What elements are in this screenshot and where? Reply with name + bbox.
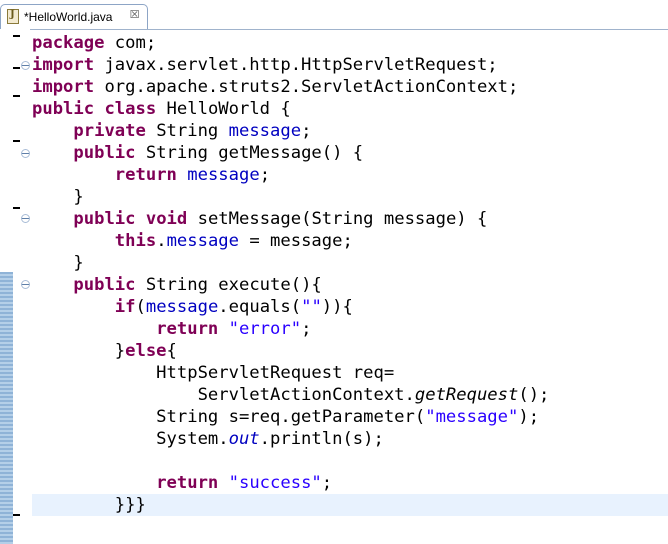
- quick-diff-bar: [0, 272, 13, 544]
- change-marker: [13, 207, 20, 209]
- code-line-1: package com;: [32, 33, 157, 53]
- code-line-14: return "error";: [156, 319, 312, 339]
- code-line-5: private String message;: [73, 121, 312, 141]
- code-line-8: }: [32, 187, 84, 207]
- change-marker: [13, 35, 20, 37]
- change-marker: [13, 514, 20, 516]
- code-line-13: if(message.equals("")){: [114, 297, 353, 317]
- editor-tab-bar: J *HelloWorld.java ☒: [0, 0, 668, 30]
- code-line-22: }}}: [32, 495, 146, 515]
- code-line-10: this.message = message;: [114, 231, 353, 251]
- java-file-icon: J: [7, 9, 19, 24]
- code-line-6: public String getMessage() {: [73, 143, 364, 163]
- code-line-17: ServletActionContext.getRequest();: [32, 385, 550, 405]
- code-editor[interactable]: package com; import javax.servlet.http.H…: [30, 29, 668, 544]
- close-icon[interactable]: ☒: [128, 8, 141, 21]
- code-line-11: }: [32, 253, 84, 273]
- code-line-7: return message;: [114, 165, 271, 185]
- code-line-16: HttpServletRequest req=: [32, 363, 395, 383]
- change-marker: [13, 95, 20, 97]
- fold-collapse-icon[interactable]: [21, 280, 30, 289]
- change-marker: [13, 67, 20, 69]
- tab-helloworld-java[interactable]: J *HelloWorld.java ☒: [0, 4, 148, 29]
- code-line-19: System.out.println(s);: [32, 429, 384, 449]
- fold-collapse-icon[interactable]: [21, 214, 30, 223]
- fold-collapse-icon[interactable]: [21, 61, 30, 70]
- code-line-18: String s=req.getParameter("message");: [32, 407, 540, 427]
- code-line-15: }else{: [32, 341, 177, 361]
- code-line-2: import javax.servlet.http.HttpServletReq…: [32, 55, 498, 75]
- code-line-9: public void setMessage(String message) {: [73, 209, 488, 229]
- change-marker: [13, 140, 20, 142]
- code-line-12: public String execute(){: [73, 275, 322, 295]
- code-line-4: public class HelloWorld {: [32, 99, 291, 119]
- code-line-3: import org.apache.struts2.ServletActionC…: [32, 77, 519, 97]
- code-line-21: return "success";: [156, 473, 333, 493]
- tab-label: *HelloWorld.java: [24, 10, 113, 24]
- fold-collapse-icon[interactable]: [21, 149, 30, 158]
